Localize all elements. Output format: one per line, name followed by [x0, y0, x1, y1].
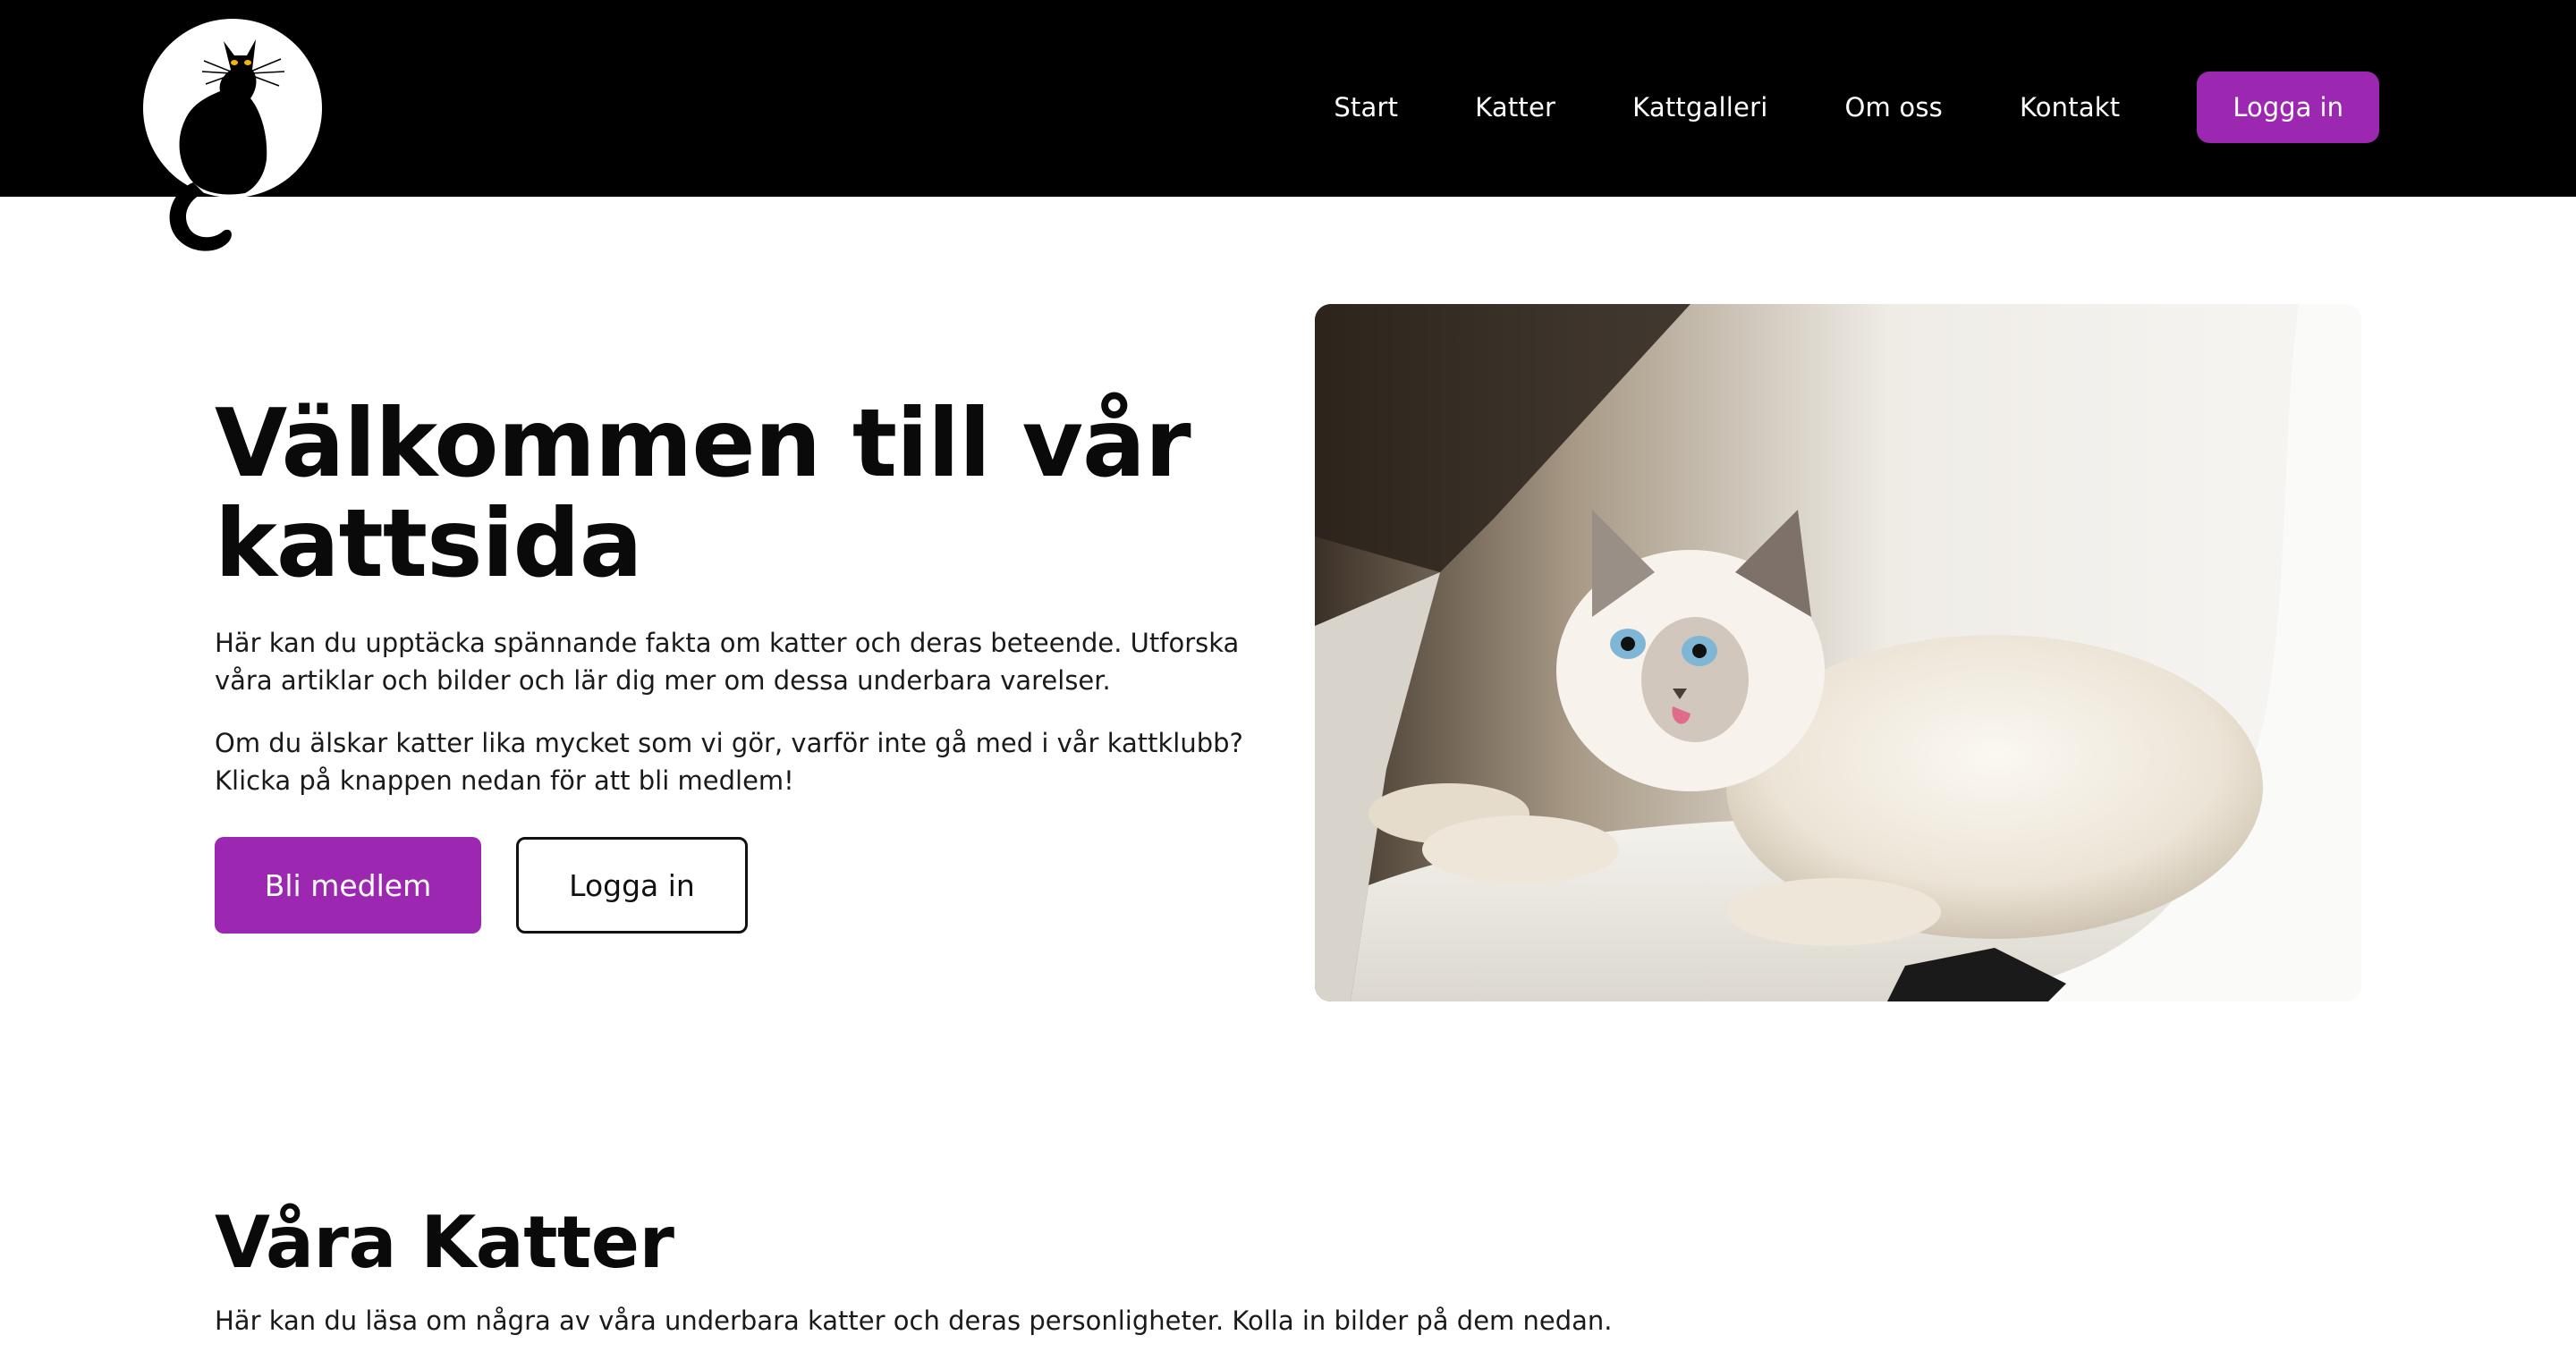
site-header: Start Katter Kattgalleri Om oss Kontakt …: [0, 0, 2576, 197]
cat-logo-icon[interactable]: [141, 16, 326, 261]
nav-link-om-oss[interactable]: Om oss: [1844, 92, 1942, 123]
header-login-button[interactable]: Logga in: [2197, 72, 2379, 143]
hero-paragraph-intro: Här kan du upptäcka spännande fakta om k…: [215, 628, 1240, 696]
hero-cat-photo: [1315, 304, 2361, 1001]
hero-title: Välkommen till vår kattsida: [215, 389, 1191, 598]
main-nav: Start Katter Kattgalleri Om oss Kontakt …: [1334, 72, 2379, 143]
nav-link-katter[interactable]: Katter: [1475, 92, 1555, 123]
become-member-button[interactable]: Bli medlem: [215, 837, 481, 934]
nav-link-kontakt[interactable]: Kontakt: [2020, 92, 2120, 123]
nav-link-start[interactable]: Start: [1334, 92, 1398, 123]
cats-section-description: Här kan du läsa om några av våra underba…: [215, 1306, 1613, 1336]
hero-login-button[interactable]: Logga in: [516, 837, 748, 934]
hero-paragraph-join: Om du älskar katter lika mycket som vi g…: [215, 728, 1243, 796]
cats-section-title: Våra Katter: [215, 1201, 674, 1284]
nav-link-kattgalleri[interactable]: Kattgalleri: [1632, 92, 1767, 123]
